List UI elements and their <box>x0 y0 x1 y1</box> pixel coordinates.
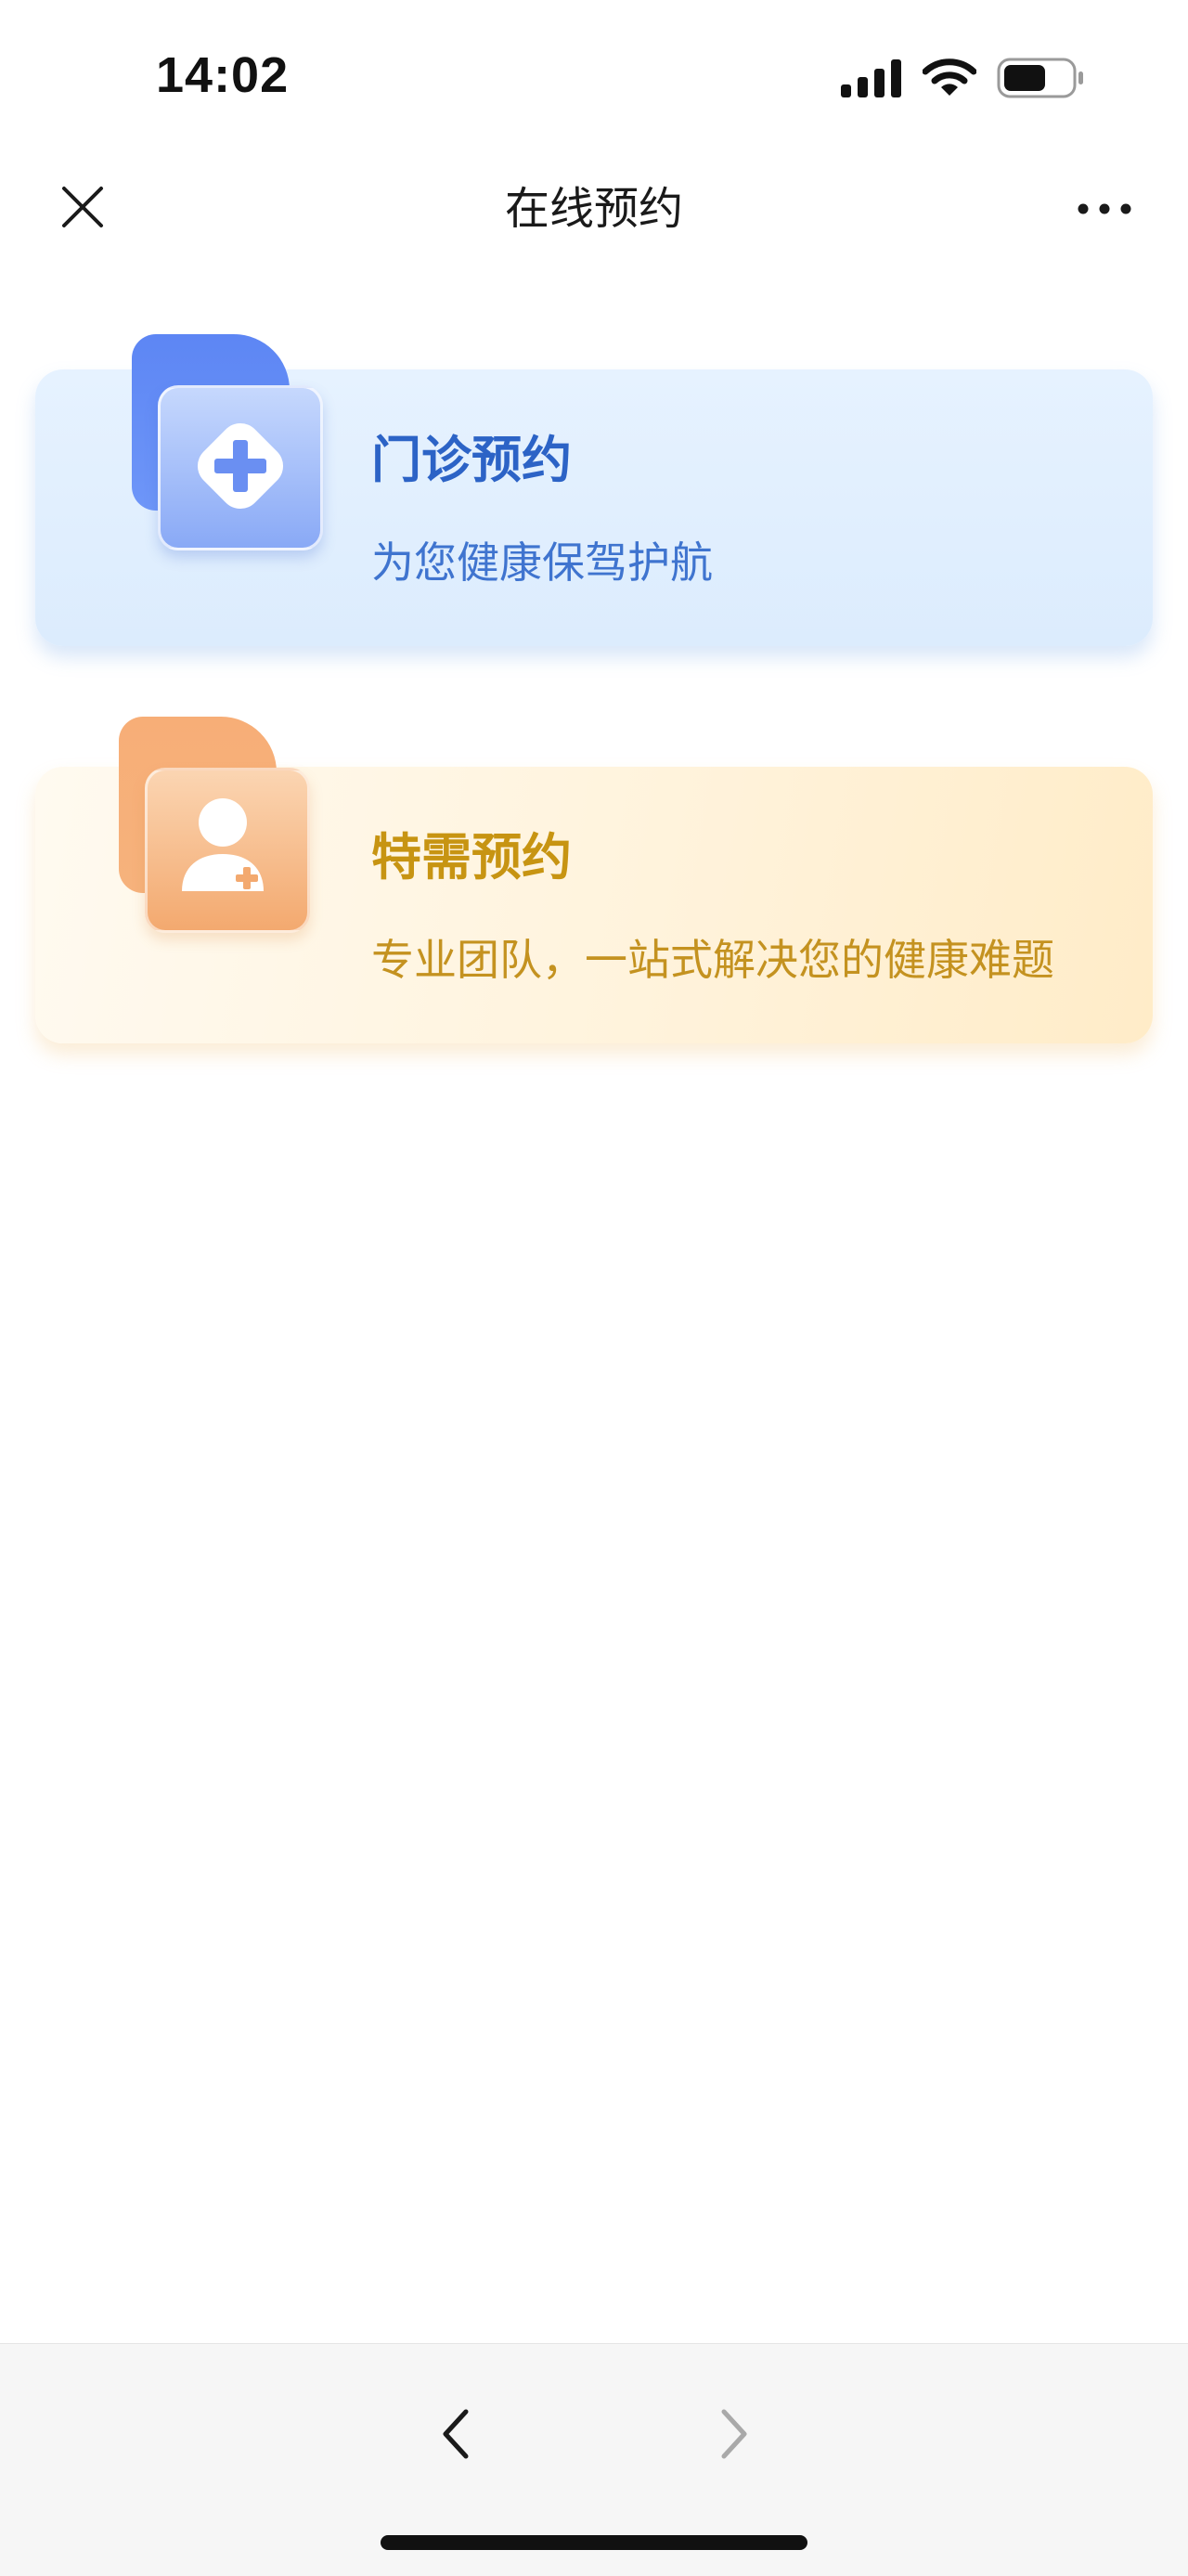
status-icons <box>841 58 1084 102</box>
more-icon <box>1078 201 1131 218</box>
wifi-icon <box>922 58 977 101</box>
outpatient-icon-front <box>158 385 323 550</box>
signal-icon <box>841 58 902 101</box>
outpatient-appointment-title: 门诊预约 <box>371 431 572 489</box>
chevron-right-icon <box>718 2408 750 2464</box>
outpatient-appointment-subtitle: 为您健康保驾护航 <box>371 537 713 588</box>
special-icon-block <box>119 717 310 939</box>
home-indicator <box>381 2535 807 2550</box>
status-time: 14:02 <box>156 47 290 103</box>
status-bar: 14:02 <box>0 0 1188 149</box>
nav-bar: 在线预约 <box>0 158 1188 260</box>
page-title: 在线预约 <box>504 183 683 235</box>
special-appointment-title: 特需预约 <box>371 828 572 887</box>
chevron-left-icon <box>440 2408 471 2464</box>
forward-button[interactable] <box>702 2403 767 2468</box>
battery-icon <box>997 58 1084 102</box>
more-button[interactable] <box>1067 178 1142 239</box>
outpatient-icon-block <box>132 334 323 557</box>
medical-cross-icon <box>184 409 297 526</box>
special-icon-front <box>145 768 310 933</box>
back-button[interactable] <box>423 2403 488 2468</box>
special-appointment-subtitle: 专业团队，一站式解决您的健康难题 <box>371 935 1054 985</box>
doctor-icon <box>176 793 278 908</box>
